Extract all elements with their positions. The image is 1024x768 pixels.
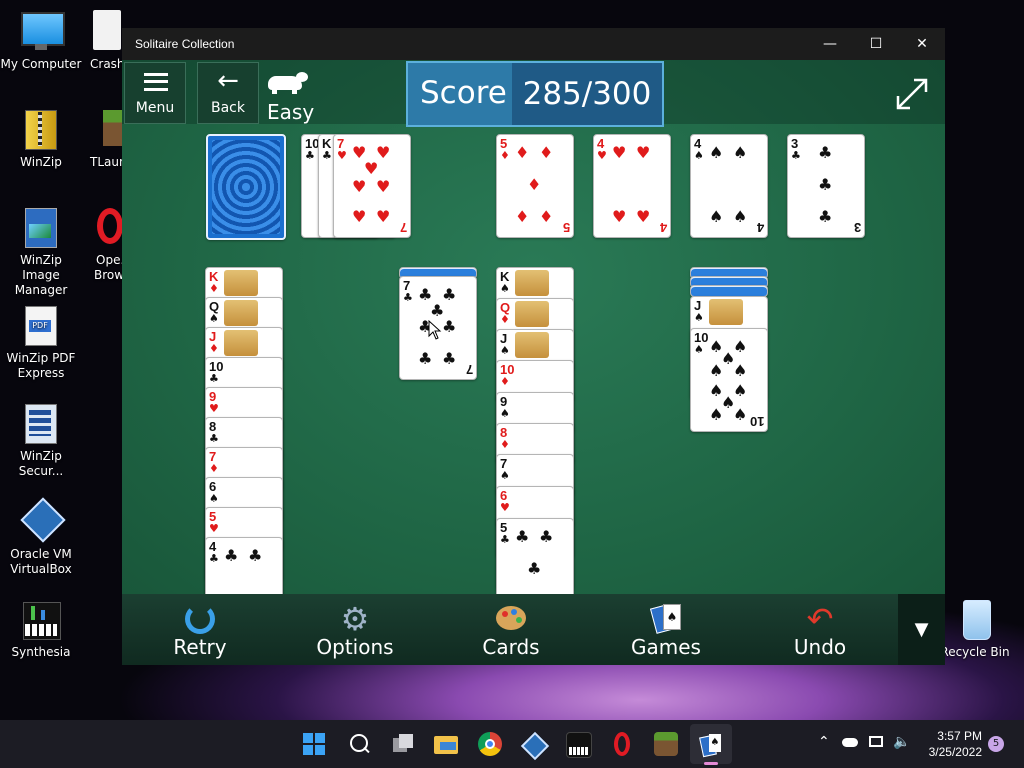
waste-top-card[interactable]: 7 ♥ ♥ ♥ ♥ ♥ ♥ ♥ ♥ 7 — [333, 134, 411, 238]
notification-badge[interactable]: 5 — [988, 736, 1004, 752]
virtualbox-cube-icon — [19, 497, 66, 544]
file-explorer-icon[interactable] — [434, 732, 458, 756]
monitor-icon — [19, 10, 65, 54]
window-title: Solitaire Collection — [135, 37, 235, 51]
active-indicator — [704, 762, 718, 765]
task-view-icon[interactable] — [391, 732, 415, 756]
back-button[interactable]: ← Back — [197, 62, 259, 124]
desktop-icon-my-computer[interactable]: My Computer — [0, 10, 82, 72]
desktop-icon-winzip-image-manager[interactable]: WinZip Image Manager — [0, 206, 82, 298]
chrome-icon[interactable] — [478, 732, 502, 756]
retry-icon — [183, 602, 217, 636]
close-button[interactable]: ✕ — [899, 28, 945, 60]
desktop-icon-winzip-secure[interactable]: WinZip Secur... — [0, 402, 82, 479]
fullscreen-icon[interactable] — [894, 76, 930, 112]
stock-pile[interactable] — [206, 134, 286, 240]
difficulty-label: Easy — [267, 100, 315, 124]
minecraft-taskbar-icon[interactable] — [654, 732, 678, 756]
mouse-cursor-icon — [428, 319, 442, 344]
search-icon[interactable] — [347, 732, 371, 756]
secure-backup-icon — [19, 402, 63, 446]
system-clock[interactable]: 3:57 PM 3/25/2022 — [910, 728, 982, 760]
score-panel: Score 285/300 — [406, 61, 664, 127]
hamburger-icon — [144, 73, 168, 91]
synthesia-keyboard-icon — [19, 598, 63, 642]
undo-arrow-icon: ↶ — [806, 600, 834, 638]
card-fan-icon: ♠ — [649, 602, 683, 636]
tableau-card[interactable]: 10 ♠ ♠ ♠ ♠ ♠ ♠ ♠ ♠ ♠ ♠ ♠ 10 — [690, 328, 768, 432]
desktop-icon-winzip-pdf-express[interactable]: PDF WinZip PDF Express — [0, 304, 82, 381]
volume-icon[interactable]: 🔈 — [893, 734, 910, 750]
retry-button[interactable]: Retry — [140, 594, 260, 665]
desktop-icon-label: WinZip PDF Express — [6, 351, 76, 380]
cards-button[interactable]: Cards — [451, 594, 571, 665]
foundation-pile[interactable]: 5 ♦ ♦ ♦ ♦ ♦ ♦ 5 — [496, 134, 574, 238]
opera-taskbar-icon[interactable] — [610, 732, 634, 756]
foundation-pile[interactable]: 3 ♣ ♣ ♣ ♣ 3 — [787, 134, 865, 238]
desktop-icon-label: My Computer — [0, 57, 82, 71]
desktop-icon-label: Synthesia — [11, 645, 71, 659]
bottom-toolbar: Retry ⚙ Options Cards ♠ Games ↶ Undo ▼ — [122, 594, 945, 665]
desktop-icon-label: WinZip Image Manager — [14, 253, 68, 297]
winzip-icon — [19, 108, 63, 152]
undo-button[interactable]: ↶ Undo — [760, 594, 880, 665]
clock-time: 3:57 PM — [937, 729, 982, 743]
cloud-icon[interactable] — [842, 738, 858, 747]
title-bar[interactable]: Solitaire Collection — ☐ ✕ — [122, 28, 945, 60]
arrow-left-icon: ← — [217, 66, 239, 96]
desktop-icon-winzip[interactable]: WinZip — [0, 108, 82, 170]
score-value: 285/300 — [512, 63, 662, 125]
menu-label: Menu — [135, 100, 175, 116]
chevron-up-icon[interactable]: ⌃ — [818, 734, 830, 750]
pdf-icon: PDF — [19, 304, 63, 348]
foundation-pile[interactable]: 4 ♠ ♠ ♠ ♠ ♠ 4 — [690, 134, 768, 238]
back-label: Back — [211, 100, 245, 116]
options-button[interactable]: ⚙ Options — [295, 594, 415, 665]
solitaire-window: Solitaire Collection — ☐ ✕ Menu ← Back E… — [122, 28, 945, 665]
desktop-icon-label: WinZip Secur... — [18, 449, 64, 478]
desktop-icon-virtualbox[interactable]: Oracle VM VirtualBox — [0, 497, 82, 577]
score-label: Score — [420, 75, 507, 111]
desktop-icon-label: Oracle VM VirtualBox — [10, 547, 72, 576]
virtualbox-icon[interactable] — [520, 731, 550, 761]
desktop-icon-recycle-bin[interactable]: Recycle Bin — [934, 598, 1016, 660]
synthesia-taskbar-icon[interactable] — [566, 732, 592, 758]
desktop-icon-label: WinZip — [20, 155, 62, 169]
clock-date: 3/25/2022 — [928, 745, 982, 759]
desktop-icon-synthesia[interactable]: Synthesia — [0, 598, 82, 660]
games-button[interactable]: ♠ Games — [606, 594, 726, 665]
menu-button[interactable]: Menu — [124, 62, 186, 124]
minimize-button[interactable]: — — [807, 28, 853, 60]
palette-icon — [494, 602, 528, 636]
foundation-pile[interactable]: 4 ♥ ♥ ♥ ♥ ♥ 4 — [593, 134, 671, 238]
image-manager-icon — [19, 206, 63, 250]
windows-start-icon[interactable] — [302, 732, 326, 756]
desktop-icon-label: Recycle Bin — [940, 645, 1010, 659]
gear-icon: ⚙ — [340, 600, 370, 638]
polar-bear-icon — [268, 70, 308, 94]
solitaire-taskbar-icon[interactable]: ♠ — [699, 732, 723, 758]
chevron-down-icon[interactable]: ▼ — [898, 594, 945, 665]
recycle-bin-icon — [953, 598, 997, 642]
network-icon[interactable] — [869, 736, 883, 747]
maximize-button[interactable]: ☐ — [853, 28, 899, 60]
